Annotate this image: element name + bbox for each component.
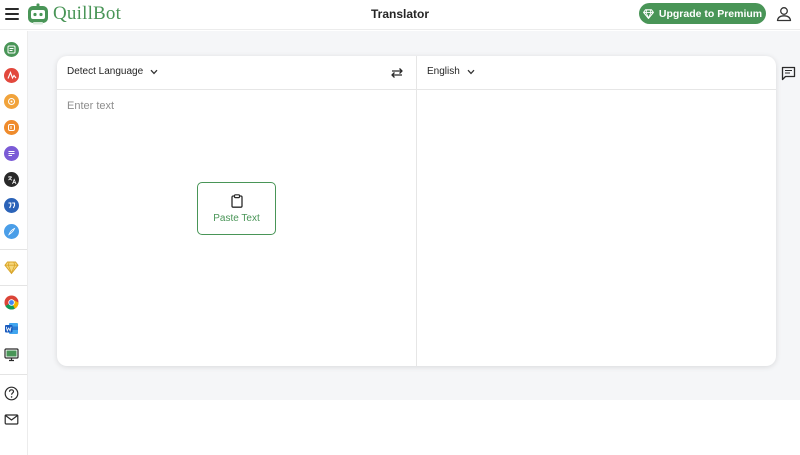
paste-text-label: Paste Text xyxy=(213,212,260,224)
pane-divider xyxy=(416,56,417,366)
chrome-extension-icon[interactable] xyxy=(4,295,19,310)
target-language-label: English xyxy=(427,66,460,77)
feedback-comment-icon[interactable] xyxy=(781,66,796,81)
diamond-icon xyxy=(642,8,654,19)
target-language-dropdown[interactable]: English xyxy=(427,66,475,77)
sidebar-divider xyxy=(0,374,27,375)
desktop-app-icon[interactable] xyxy=(4,347,19,362)
swap-languages-icon[interactable] xyxy=(389,65,405,81)
summarizer-icon[interactable] xyxy=(4,146,19,161)
mail-icon[interactable] xyxy=(4,412,19,427)
sidebar-divider xyxy=(0,285,27,286)
paraphraser-icon[interactable] xyxy=(4,42,19,57)
grammar-glyph-icon xyxy=(6,71,16,80)
citation-glyph-icon xyxy=(8,202,16,209)
summarizer-glyph-icon xyxy=(8,151,15,156)
paraphraser-glyph-icon xyxy=(7,45,16,54)
ai-detector-glyph-icon xyxy=(8,124,15,131)
upgrade-premium-label: Upgrade to Premium xyxy=(658,7,763,20)
plagiarism-glyph-icon xyxy=(8,98,15,105)
chevron-down-icon xyxy=(467,69,475,74)
source-language-label: Detect Language xyxy=(67,66,144,77)
paste-text-button[interactable]: Paste Text xyxy=(197,182,276,235)
citation-generator-icon[interactable] xyxy=(4,198,19,213)
clipboard-icon xyxy=(230,193,243,208)
translator-icon[interactable] xyxy=(4,172,19,187)
grammar-checker-icon[interactable] xyxy=(4,68,19,83)
co-writer-glyph-icon xyxy=(8,227,16,236)
tools-sidebar xyxy=(0,31,28,455)
chevron-down-icon xyxy=(150,69,158,74)
upgrade-premium-button[interactable]: Upgrade to Premium xyxy=(639,3,766,24)
plagiarism-checker-icon[interactable] xyxy=(4,94,19,109)
top-header: QuillBot Translator Upgrade to Premium xyxy=(0,0,800,30)
word-addin-icon[interactable] xyxy=(4,321,19,336)
account-icon[interactable] xyxy=(775,5,793,23)
premium-diamond-icon[interactable] xyxy=(4,260,19,275)
ai-detector-icon[interactable] xyxy=(4,120,19,135)
co-writer-icon[interactable] xyxy=(4,224,19,239)
help-icon[interactable] xyxy=(4,386,19,401)
translator-card: Detect Language English Paste Text xyxy=(57,56,776,366)
translator-glyph-icon xyxy=(7,175,16,184)
source-language-dropdown[interactable]: Detect Language xyxy=(67,66,158,77)
sidebar-divider xyxy=(0,249,27,250)
